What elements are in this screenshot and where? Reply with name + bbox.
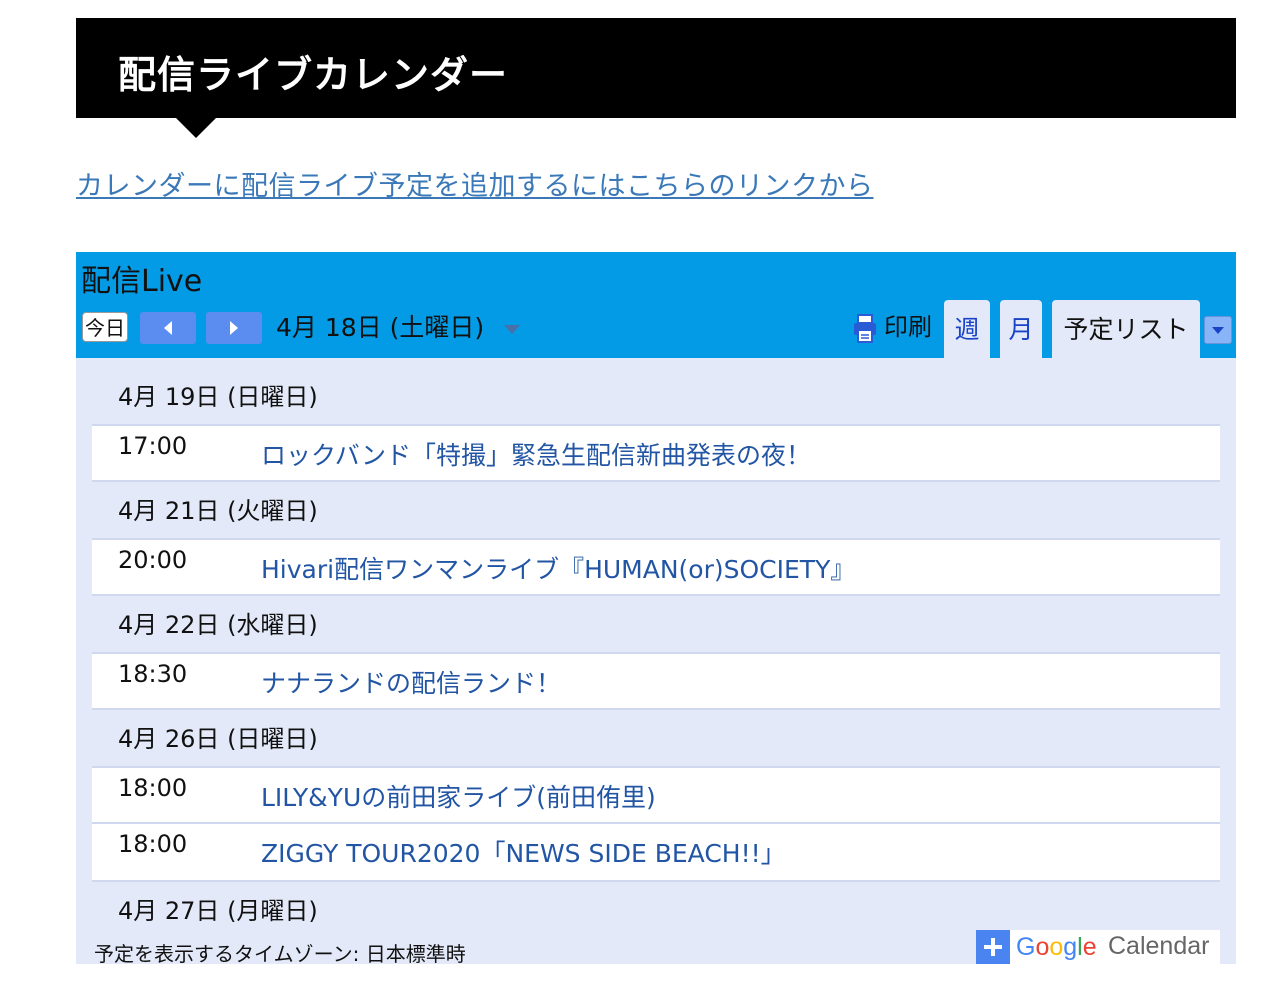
agenda-event-row[interactable]: 18:00 LILY&YUの前田家ライブ(前田侑里) — [92, 766, 1220, 824]
tab-week[interactable]: 週 — [944, 300, 990, 358]
chevron-left-icon — [164, 321, 172, 335]
tab-agenda[interactable]: 予定リスト — [1052, 300, 1200, 358]
calendar-header: 配信Live 今日 4月 18日 (土曜日) 印刷 週 月 予定リスト — [76, 252, 1236, 358]
event-time: 18:00 — [118, 830, 188, 858]
timezone-note: 予定を表示するタイムゾーン: 日本標準時 — [94, 942, 466, 964]
event-title-link[interactable]: ロックバンド「特撮」緊急生配信新曲発表の夜！ — [261, 436, 811, 472]
agenda-day-header: 4月 19日 (日曜日) — [92, 368, 1220, 424]
prev-button[interactable] — [140, 312, 196, 344]
event-title-link[interactable]: ZIGGY TOUR2020「NEWS SIDE BEACH!!」 — [261, 834, 786, 870]
google-logo: Google — [1016, 933, 1097, 961]
add-to-google-calendar-button[interactable]: Google Calendar — [976, 930, 1220, 964]
agenda-day-header: 4月 26日 (日曜日) — [92, 710, 1220, 766]
today-button[interactable]: 今日 — [82, 312, 128, 342]
banner-pointer — [176, 118, 216, 138]
add-event-link[interactable]: カレンダーに配信ライブ予定を追加するにはこちらのリンクから — [76, 164, 874, 203]
chevron-right-icon — [230, 321, 238, 335]
event-time: 18:30 — [118, 660, 188, 688]
page-banner: 配信ライブカレンダー — [76, 18, 1236, 138]
agenda-day-header: 4月 21日 (火曜日) — [92, 482, 1220, 538]
agenda-event-row[interactable]: 18:30 ナナランドの配信ランド！ — [92, 652, 1220, 710]
printer-icon — [854, 314, 876, 343]
print-label: 印刷 — [884, 313, 932, 341]
event-time: 17:00 — [118, 432, 188, 460]
event-title-link[interactable]: LILY&YUの前田家ライブ(前田侑里) — [261, 778, 656, 814]
calendar-title: 配信Live — [81, 264, 203, 299]
agenda-event-row[interactable]: 20:00 Hivari配信ワンマンライブ『HUMAN(or)SOCIETY』 — [92, 538, 1220, 596]
page-title: 配信ライブカレンダー — [118, 53, 509, 97]
agenda-event-row[interactable]: 17:00 ロックバンド「特撮」緊急生配信新曲発表の夜！ — [92, 424, 1220, 482]
event-title-link[interactable]: Hivari配信ワンマンライブ『HUMAN(or)SOCIETY』 — [261, 550, 855, 586]
calendar-wordmark: Calendar — [1108, 932, 1210, 960]
calendar-embed: 配信Live 今日 4月 18日 (土曜日) 印刷 週 月 予定リスト 4月 1… — [76, 252, 1236, 964]
event-time: 20:00 — [118, 546, 188, 574]
agenda-event-row[interactable]: 18:00 ZIGGY TOUR2020「NEWS SIDE BEACH!!」 — [92, 824, 1220, 882]
agenda-day-header: 4月 22日 (水曜日) — [92, 596, 1220, 652]
next-button[interactable] — [206, 312, 262, 344]
current-date: 4月 18日 (土曜日) — [276, 313, 485, 342]
agenda-list: 4月 19日 (日曜日) 17:00 ロックバンド「特撮」緊急生配信新曲発表の夜… — [92, 368, 1220, 938]
plus-icon — [976, 930, 1010, 964]
event-time: 18:00 — [118, 774, 188, 802]
view-menu-chevron-down-icon[interactable] — [1204, 316, 1232, 344]
event-title-link[interactable]: ナナランドの配信ランド！ — [261, 664, 561, 700]
date-picker-chevron-down-icon[interactable] — [504, 325, 520, 334]
tab-month[interactable]: 月 — [1000, 300, 1042, 358]
